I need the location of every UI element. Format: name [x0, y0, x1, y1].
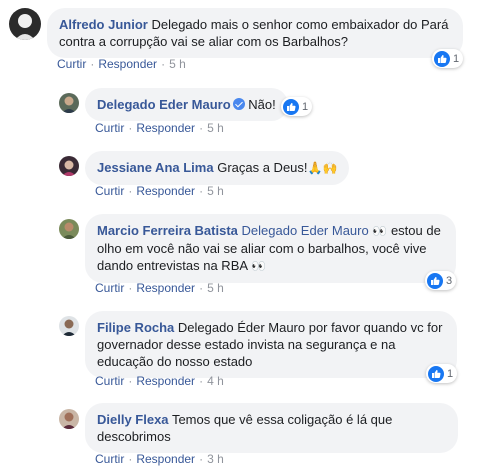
avatar[interactable] [59, 156, 79, 176]
reaction-count: 1 [453, 52, 460, 65]
like-link[interactable]: Curtir [57, 57, 86, 71]
comment-actions: Curtir · Responder · 5 h [95, 121, 224, 135]
comment-actions: Curtir · Responder · 5 h [95, 281, 224, 295]
comment-text: Não! [248, 97, 276, 112]
comment-bubble: Delegado Eder Mauro Não! [85, 88, 288, 121]
reaction-count: 1 [447, 367, 454, 380]
timestamp[interactable]: 4 h [207, 374, 224, 388]
author-name[interactable]: Alfredo Junior [59, 17, 148, 32]
separator: · [128, 452, 133, 466]
like-link[interactable]: Curtir [95, 374, 124, 388]
avatar[interactable] [9, 8, 41, 40]
reaction-count: 3 [446, 274, 453, 287]
like-icon [428, 365, 444, 382]
author-name[interactable]: Filipe Rocha [97, 320, 174, 335]
reaction-summary[interactable]: 3 [425, 271, 457, 290]
comment-bubble: Alfredo Junior Delegado mais o senhor co… [47, 8, 463, 58]
like-icon [427, 272, 443, 289]
like-icon [283, 98, 299, 115]
comment-actions: Curtir · Responder · 3 h [95, 452, 224, 466]
author-name[interactable]: Jessiane Ana Lima [97, 160, 214, 175]
separator: · [199, 184, 204, 198]
reply-link[interactable]: Responder [136, 184, 195, 198]
reaction-summary[interactable]: 1 [432, 49, 464, 68]
separator: · [128, 184, 133, 198]
like-link[interactable]: Curtir [95, 452, 124, 466]
like-icon [434, 50, 450, 67]
separator: · [199, 374, 204, 388]
comment-actions: Curtir · Responder · 5 h [95, 184, 224, 198]
reply-link[interactable]: Responder [136, 281, 195, 295]
avatar[interactable] [59, 409, 79, 429]
separator: · [128, 281, 133, 295]
timestamp[interactable]: 3 h [207, 452, 224, 466]
reply-link[interactable]: Responder [136, 374, 195, 388]
mention-link[interactable]: Delegado Eder Mauro [242, 223, 369, 238]
timestamp[interactable]: 5 h [207, 121, 224, 135]
reply-link[interactable]: Responder [136, 121, 195, 135]
comment-actions: Curtir · Responder · 5 h [57, 57, 186, 71]
author-name[interactable]: Delegado Eder Mauro [97, 97, 231, 112]
author-name[interactable]: Marcio Ferreira Batista [97, 223, 238, 238]
comment-bubble: Jessiane Ana Lima Graças a Deus!🙏🙌 [85, 151, 350, 185]
timestamp[interactable]: 5 h [169, 57, 186, 71]
pray-clap-emoji-icon: 🙏🙌 [307, 161, 338, 175]
timestamp[interactable]: 5 h [207, 184, 224, 198]
comment-bubble: Dielly Flexa Temos que vê essa coligação… [85, 403, 458, 453]
comment-bubble: Filipe Rocha Delegado Éder Mauro por fav… [85, 311, 457, 378]
separator: · [128, 121, 133, 135]
separator: · [128, 374, 133, 388]
like-link[interactable]: Curtir [95, 121, 124, 135]
separator: · [199, 281, 204, 295]
reply-link[interactable]: Responder [136, 452, 195, 466]
reaction-count: 1 [302, 100, 309, 113]
eyes-emoji-icon: 👀 [372, 224, 388, 238]
avatar[interactable] [59, 219, 79, 239]
timestamp[interactable]: 5 h [207, 281, 224, 295]
author-name[interactable]: Dielly Flexa [97, 412, 169, 427]
separator: · [199, 452, 204, 466]
avatar[interactable] [59, 316, 79, 336]
comment-text: Graças a Deus! [217, 160, 308, 175]
like-link[interactable]: Curtir [95, 184, 124, 198]
reaction-summary[interactable]: 1 [281, 97, 313, 116]
reaction-summary[interactable]: 1 [426, 364, 458, 383]
eyes-emoji-icon: 👀 [250, 259, 266, 273]
reply-link[interactable]: Responder [98, 57, 157, 71]
avatar[interactable] [59, 93, 79, 113]
comment-bubble: Marcio Ferreira Batista Delegado Eder Ma… [85, 214, 456, 283]
separator: · [90, 57, 95, 71]
like-link[interactable]: Curtir [95, 281, 124, 295]
separator: · [161, 57, 166, 71]
comment-actions: Curtir · Responder · 4 h [95, 374, 224, 388]
verified-badge-icon [232, 98, 245, 110]
separator: · [199, 121, 204, 135]
